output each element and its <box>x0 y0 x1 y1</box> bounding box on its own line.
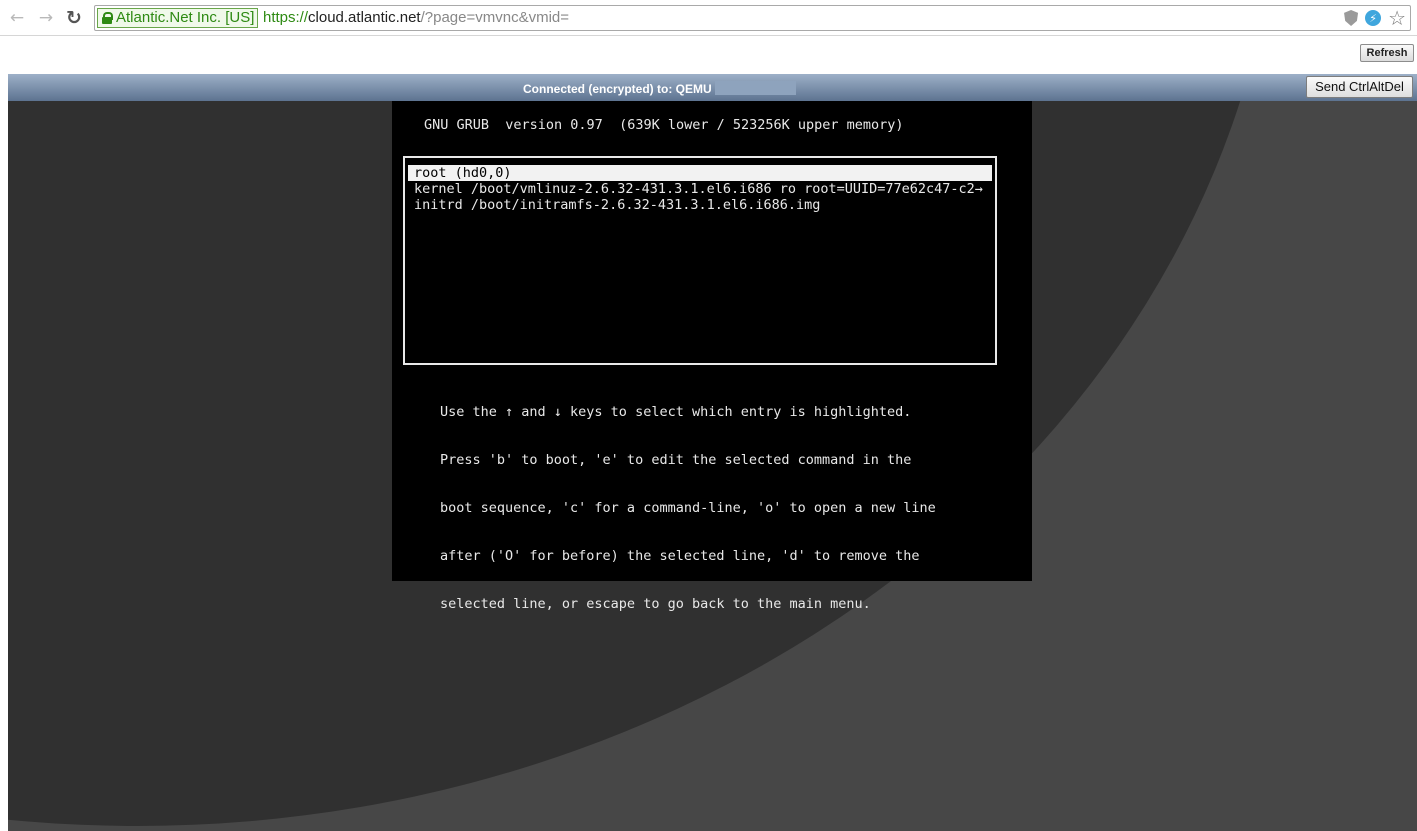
help-line: boot sequence, 'c' for a command-line, '… <box>440 500 936 516</box>
grub-command-line[interactable]: initrd /boot/initramfs-2.6.32-431.3.1.el… <box>414 197 820 213</box>
shield-icon[interactable] <box>1344 10 1359 26</box>
grub-help-text: Use the ↑ and ↓ keys to select which ent… <box>440 372 936 644</box>
browser-toolbar: ← → ↻ Atlantic.Net Inc. [US] https://clo… <box>0 0 1417 36</box>
forward-arrow-icon: → <box>38 8 54 28</box>
reload-icon: ↻ <box>66 7 82 29</box>
grub-entry-box: root (hd0,0) kernel /boot/vmlinuz-2.6.32… <box>403 156 997 365</box>
back-button[interactable]: ← <box>6 7 28 29</box>
back-arrow-icon: ← <box>9 8 25 28</box>
ev-certificate-badge[interactable]: Atlantic.Net Inc. [US] <box>97 8 259 28</box>
url-path: /?page=vmvnc&vmid= <box>420 9 570 26</box>
vnc-status-bar: Connected (encrypted) to: QEMU Send Ctrl… <box>8 74 1417 101</box>
url-scheme: https:// <box>263 9 309 26</box>
lock-icon <box>102 12 113 24</box>
address-bar[interactable]: Atlantic.Net Inc. [US] https://cloud.atl… <box>94 5 1411 31</box>
reload-button[interactable]: ↻ <box>63 7 85 29</box>
url-text[interactable]: https://cloud.atlantic.net/?page=vmvnc&v… <box>263 9 569 27</box>
help-line: after ('O' for before) the selected line… <box>440 548 920 564</box>
address-bar-icons: ⚡ ☆ <box>1344 7 1406 29</box>
send-ctrlaltdel-button[interactable]: Send CtrlAltDel <box>1306 76 1413 98</box>
help-line: Press 'b' to boot, 'e' to edit the selec… <box>440 452 912 468</box>
grub-header: GNU GRUB version 0.97 (639K lower / 5232… <box>424 117 904 133</box>
refresh-button[interactable]: Refresh <box>1360 44 1414 62</box>
grub-command-line[interactable]: kernel /boot/vmlinuz-2.6.32-431.3.1.el6.… <box>414 181 983 197</box>
redacted-hostname <box>715 81 796 95</box>
grub-command-line-selected[interactable]: root (hd0,0) <box>408 165 992 181</box>
vnc-console-screen[interactable]: GNU GRUB version 0.97 (639K lower / 5232… <box>392 101 1032 612</box>
forward-button[interactable]: → <box>35 7 57 29</box>
vnc-viewport: GNU GRUB version 0.97 (639K lower / 5232… <box>8 101 1417 831</box>
url-host: cloud.atlantic.net <box>308 9 421 26</box>
bookmark-star-icon[interactable]: ☆ <box>1388 8 1406 28</box>
help-line: selected line, or escape to go back to t… <box>440 596 871 612</box>
extension-icon[interactable]: ⚡ <box>1365 10 1382 26</box>
ev-certificate-label: Atlantic.Net Inc. [US] <box>116 9 255 26</box>
connection-status: Connected (encrypted) to: QEMU <box>523 82 712 96</box>
help-line: Use the ↑ and ↓ keys to select which ent… <box>440 404 912 420</box>
